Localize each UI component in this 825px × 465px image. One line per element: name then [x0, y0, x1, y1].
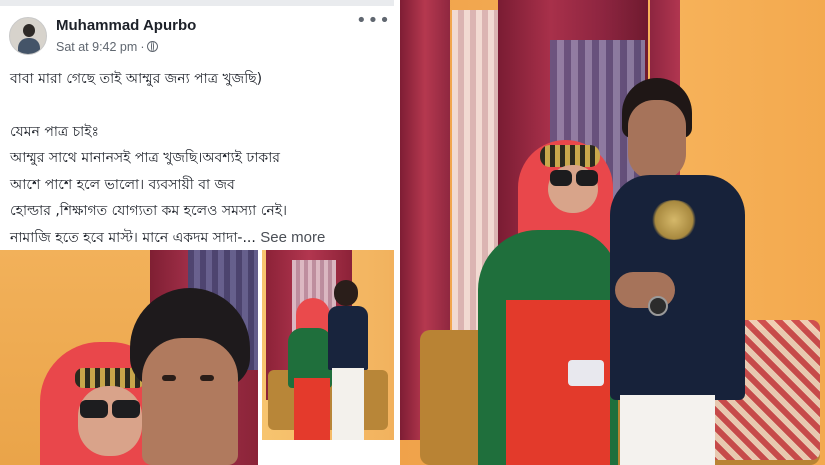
- post-line: নামাজি হতে হবে মাস্ট। মানে একদম সাদা-...: [10, 229, 256, 246]
- eye-right: [200, 375, 214, 381]
- globe-icon: [147, 41, 159, 52]
- post-line-last: নামাজি হতে হবে মাস্ট। মানে একদম সাদা-...…: [10, 225, 388, 252]
- see-more-link[interactable]: See more: [260, 229, 325, 246]
- phone-shape: [568, 360, 604, 386]
- post-body-text: বাবা মারা গেছে তাই আম্মুর জন্য পাত্র খুজ…: [10, 66, 388, 251]
- face-shape: [628, 100, 686, 180]
- post-photo-selfie[interactable]: [0, 250, 258, 465]
- headband-shape: [540, 145, 600, 167]
- post-meta: Sat at 9:42 pm ·: [56, 40, 159, 54]
- head-shape: [334, 280, 358, 306]
- facebook-post: Muhammad Apurbo Sat at 9:42 pm · ••• বাবা…: [0, 0, 394, 465]
- avatar-head: [23, 24, 35, 37]
- main-photo[interactable]: [400, 0, 825, 465]
- post-line: বাবা মারা গেছে তাই আম্মুর জন্য পাত্র খুজ…: [10, 71, 263, 87]
- author-avatar[interactable]: [9, 17, 47, 55]
- photo-gap: [262, 440, 394, 465]
- sunglass-right: [576, 170, 598, 186]
- post-timestamp[interactable]: Sat at 9:42 pm: [56, 40, 137, 54]
- avatar-body: [18, 38, 40, 54]
- post-line: আম্মুর সাথে মানানসই পাত্র খুজছি।অবশ্যই ঢ…: [10, 150, 280, 166]
- trousers-white: [332, 368, 364, 440]
- skirt-red: [294, 378, 330, 440]
- face-shape: [142, 338, 238, 465]
- sunglass-left: [80, 400, 108, 418]
- post-top-border: [0, 0, 394, 6]
- shirt-navy: [328, 306, 368, 370]
- face-shape: [78, 386, 142, 456]
- post-photo-couple[interactable]: [262, 250, 394, 440]
- sunglass-left: [550, 170, 572, 186]
- post-line: যেমন পাত্র চাইঃ: [10, 123, 99, 140]
- sunglass-right: [112, 400, 140, 418]
- embroidery: [650, 200, 698, 240]
- more-options-icon[interactable]: •••: [356, 10, 391, 31]
- post-line: হোল্ডার ,শিক্ষাগত যোগ্যতা কম হলেও সমস্যা…: [10, 203, 288, 219]
- post-line: আশে পাশে হলে ভালো। ব্যবসায়ী বা জব: [10, 176, 235, 193]
- post-line-blank: [10, 93, 388, 119]
- author-name[interactable]: Muhammad Apurbo: [56, 17, 196, 34]
- trousers-white: [620, 395, 715, 465]
- eye-left: [162, 375, 176, 381]
- meta-separator: ·: [140, 40, 145, 54]
- watch-shape: [648, 296, 668, 316]
